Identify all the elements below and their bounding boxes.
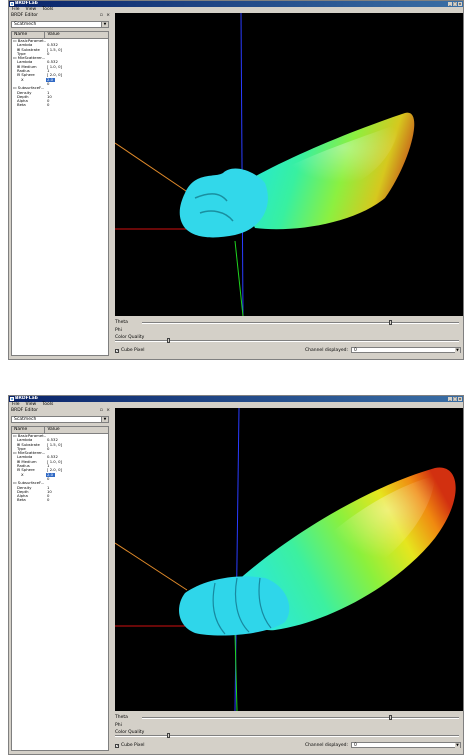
model-select[interactable]: Scatmech ▼	[11, 21, 109, 28]
app-icon	[10, 2, 14, 6]
axis-y-line	[234, 240, 244, 316]
channel-select-value: 0	[354, 743, 357, 748]
color-quality-slider-thumb[interactable]	[166, 338, 170, 343]
view-controls: Theta Phi Color Quality ✓ Cube Pixel Cha…	[115, 318, 463, 358]
brdf-editor-panel: BRDF Editor ▫ × Scatmech ▼ Name Value ▭ …	[9, 408, 113, 753]
phi-label: Phi	[115, 328, 122, 333]
channel-select[interactable]: 0 ▼	[351, 347, 461, 353]
column-header-name[interactable]: Name	[12, 427, 46, 433]
chevron-down-icon[interactable]: ▼	[101, 22, 108, 27]
brdf-plot	[115, 13, 415, 316]
cube-pixel-checkbox[interactable]: ✓ Cube Pixel	[115, 743, 144, 748]
column-header-name[interactable]: Name	[12, 32, 46, 38]
parameter-tree[interactable]: Name Value ▭ BasicParamet... Lambda 0.532 ⊞…	[11, 31, 109, 356]
close-button[interactable]: ×	[458, 2, 462, 6]
close-button[interactable]: ×	[458, 397, 462, 401]
checkmark-icon[interactable]: ✓	[115, 743, 119, 748]
app-icon	[10, 397, 14, 401]
brdf-plot	[115, 408, 456, 711]
chevron-down-icon[interactable]: ▼	[101, 417, 108, 422]
color-quality-slider[interactable]	[115, 733, 459, 738]
channel-select[interactable]: 0 ▼	[351, 742, 461, 748]
theta-slider-thumb[interactable]	[389, 715, 393, 720]
model-select-value: Scatmech	[14, 417, 37, 422]
channel-label: Channel displayed:	[304, 742, 348, 748]
window-title: BRDFLab	[15, 396, 38, 401]
3d-viewport[interactable]	[115, 13, 463, 316]
checkmark-icon[interactable]: ✓	[115, 348, 119, 353]
tree-row-name: Beta	[17, 498, 26, 503]
chevron-down-icon[interactable]: ▼	[455, 348, 460, 353]
axis-z-line	[240, 13, 244, 316]
color-quality-slider-thumb[interactable]	[166, 733, 170, 738]
theta-label: Theta	[115, 715, 128, 720]
phi-label: Phi	[115, 723, 122, 728]
channel-displayed: Channel displayed: 0 ▼	[305, 347, 461, 353]
cube-pixel-label: Cube Pixel	[121, 743, 145, 748]
panel-title-bar: BRDF Editor ▫ ×	[9, 13, 113, 19]
brdflab-window-top: BRDFLab _ □ × File View Tools BRDF Edito…	[8, 0, 464, 360]
brdf-lobe	[179, 112, 415, 238]
tree-row-value: 0	[47, 102, 50, 108]
column-header-value[interactable]: Value	[45, 32, 108, 38]
color-quality-slider[interactable]	[115, 338, 459, 343]
incident-direction-line	[115, 542, 188, 591]
theta-slider[interactable]	[142, 715, 459, 720]
minimize-button[interactable]: _	[448, 2, 452, 6]
tree-row[interactable]: Beta 0	[12, 102, 108, 108]
window-title: BRDFLab	[15, 1, 38, 6]
theta-slider[interactable]	[142, 320, 459, 325]
tree-rows: ▭ BasicParamet... Lambda 0.532 ⊞ Substrate[…	[12, 39, 108, 108]
tree-row[interactable]: Beta 0	[12, 497, 108, 503]
channel-label: Channel displayed:	[304, 347, 348, 353]
brdf-editor-panel: BRDF Editor ▫ × Scatmech ▼ Name Value ▭ …	[9, 13, 113, 358]
tree-rows: ▭ BasicParamet... Lambda 0.532 ⊞ Substrate[…	[12, 434, 108, 503]
panel-controls[interactable]: ▫ ×	[100, 408, 111, 414]
tree-header: Name Value	[12, 427, 108, 434]
panel-title-bar: BRDF Editor ▫ ×	[9, 408, 113, 414]
theta-slider-thumb[interactable]	[389, 320, 393, 325]
channel-displayed: Channel displayed: 0 ▼	[305, 742, 461, 748]
brdf-lobe	[179, 467, 456, 636]
panel-title: BRDF Editor	[11, 408, 39, 413]
maximize-button[interactable]: □	[453, 397, 457, 401]
minimize-button[interactable]: _	[448, 397, 452, 401]
panel-title: BRDF Editor	[11, 13, 39, 18]
parameter-tree[interactable]: Name Value ▭ BasicParamet... Lambda 0.532 ⊞…	[11, 426, 109, 751]
model-select-value: Scatmech	[14, 22, 37, 27]
column-header-value[interactable]: Value	[45, 427, 108, 433]
3d-viewport[interactable]	[115, 408, 463, 711]
channel-select-value: 0	[354, 348, 357, 353]
model-select[interactable]: Scatmech ▼	[11, 416, 109, 423]
incident-direction-line	[115, 142, 190, 194]
cube-pixel-checkbox[interactable]: ✓ Cube Pixel	[115, 348, 144, 353]
maximize-button[interactable]: □	[453, 2, 457, 6]
panel-controls[interactable]: ▫ ×	[100, 13, 111, 19]
chevron-down-icon[interactable]: ▼	[455, 743, 460, 748]
tree-row-name: Beta	[17, 103, 26, 108]
cube-pixel-label: Cube Pixel	[121, 348, 145, 353]
tree-row-value: 0	[47, 497, 50, 503]
brdflab-window-bottom: BRDFLab _ □ × File View Tools BRDF Edito…	[8, 395, 464, 755]
tree-header: Name Value	[12, 32, 108, 39]
theta-label: Theta	[115, 320, 128, 325]
view-controls: Theta Phi Color Quality ✓ Cube Pixel Cha…	[115, 713, 463, 753]
